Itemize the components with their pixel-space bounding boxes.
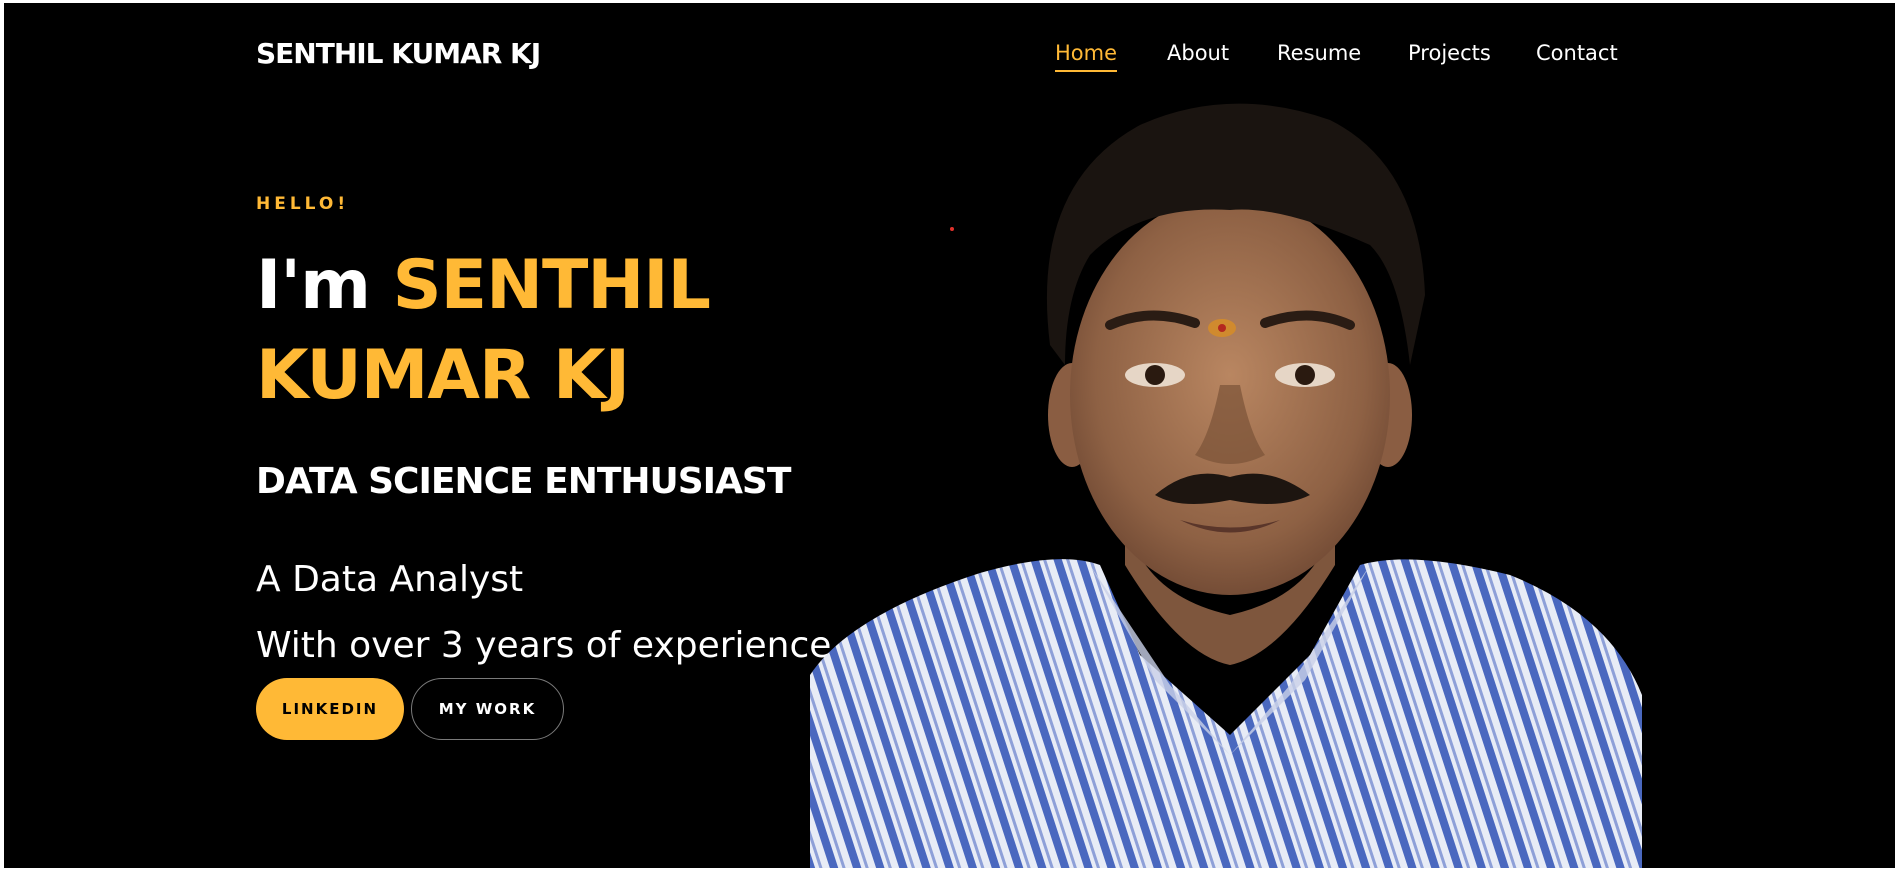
tagline-1: A Data Analyst bbox=[256, 559, 524, 600]
nav-contact[interactable]: Contact bbox=[1536, 41, 1618, 65]
nav-home[interactable]: Home bbox=[1055, 41, 1118, 72]
role-title: DATA SCIENCE ENTHUSIAST bbox=[256, 461, 791, 502]
nav-about[interactable]: About bbox=[1167, 41, 1229, 65]
main-nav: Home About Resume Projects Contact bbox=[4, 41, 1895, 81]
hero-section: SENTHIL KUMAR KJ Home About Resume Proje… bbox=[4, 3, 1895, 868]
nav-projects[interactable]: Projects bbox=[1408, 41, 1491, 65]
nav-resume[interactable]: Resume bbox=[1277, 41, 1361, 65]
hero-headline: I'm SENTHIL KUMAR KJ bbox=[256, 241, 896, 421]
linkedin-button[interactable]: LINKEDIN bbox=[256, 678, 404, 740]
greeting-label: HELLO! bbox=[256, 194, 350, 214]
my-work-button[interactable]: MY WORK bbox=[411, 678, 564, 740]
headline-intro: I'm bbox=[256, 246, 393, 325]
portrait-photo bbox=[810, 103, 1642, 868]
tagline-2: With over 3 years of experience bbox=[256, 625, 832, 666]
